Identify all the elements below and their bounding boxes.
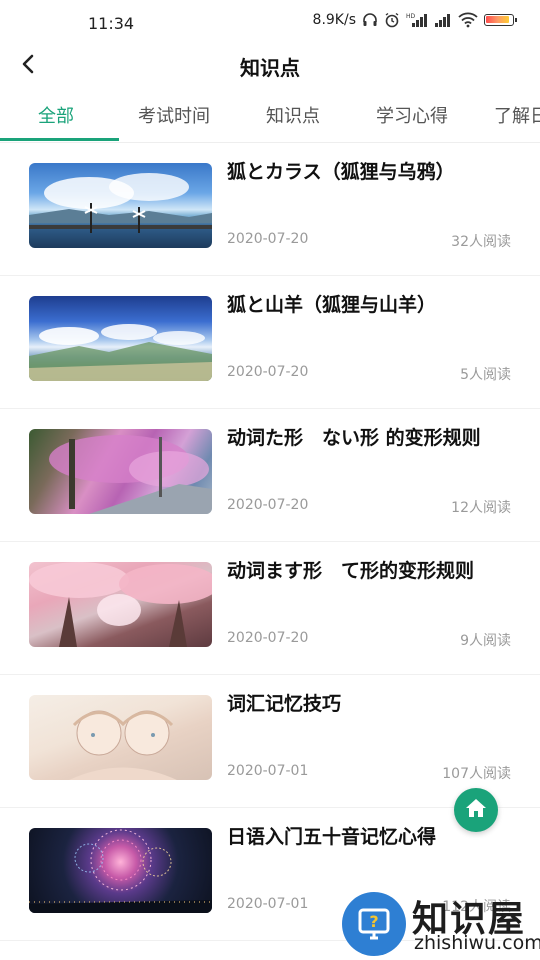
article-date: 2020-07-20 (227, 364, 309, 380)
article-thumbnail (29, 296, 212, 381)
signal-icon (434, 12, 452, 28)
article-date: 2020-07-20 (227, 231, 309, 247)
article-title: 词汇记忆技巧 (227, 693, 342, 715)
article-date: 2020-07-01 (227, 896, 309, 912)
net-speed: 8.9K/s (312, 12, 356, 28)
article-thumbnail (29, 163, 212, 248)
article-read-count: 107人阅读 (442, 766, 511, 782)
article-title: 动词た形 ない形 的变形规则 (227, 427, 481, 449)
article-title: 狐と山羊（狐狸与山羊） (227, 294, 437, 316)
article-item[interactable]: 狐と山羊（狐狸与山羊） 2020-07-20 5人阅读 (0, 276, 540, 409)
svg-text:HD: HD (406, 13, 416, 20)
signal-hd-icon: HD (406, 12, 428, 28)
category-tabs: 全部 考试时间 知识点 学习心得 了解日 (0, 92, 540, 143)
article-thumbnail (29, 429, 212, 514)
tab-study-notes[interactable]: 学习心得 (376, 102, 448, 128)
tab-learn-more[interactable]: 了解日 (494, 102, 540, 128)
article-thumbnail (29, 828, 212, 913)
article-thumbnail (29, 562, 212, 647)
home-icon (465, 798, 487, 822)
app-header: 知识点 (0, 46, 540, 90)
watermark-brand-en: zhishiwu.com (414, 932, 540, 954)
article-date: 2020-07-20 (227, 497, 309, 513)
tab-exam-time[interactable]: 考试时间 (138, 102, 210, 128)
headphone-icon (362, 12, 378, 28)
article-item[interactable]: 动词た形 ない形 的变形规则 2020-07-20 12人阅读 (0, 409, 540, 542)
status-icons: 8.9K/s HD (312, 12, 517, 28)
article-thumbnail (29, 695, 212, 780)
active-tab-indicator (0, 138, 119, 141)
tab-knowledge[interactable]: 知识点 (266, 102, 320, 128)
article-item[interactable]: 动词ます形 て形的变形规则 2020-07-20 9人阅读 (0, 542, 540, 675)
article-read-count: 5人阅读 (460, 367, 511, 383)
site-watermark: ? 知识屋 zhishiwu.com (338, 890, 540, 960)
status-time: 11:34 (88, 14, 135, 33)
tab-all[interactable]: 全部 (38, 102, 74, 128)
article-item[interactable]: 词汇记忆技巧 2020-07-01 107人阅读 (0, 675, 540, 808)
article-title: 狐とカラス（狐狸与乌鸦） (227, 161, 455, 183)
page-title: 知识点 (240, 56, 300, 80)
svg-text:?: ? (369, 912, 378, 931)
article-date: 2020-07-01 (227, 763, 309, 779)
article-read-count: 9人阅读 (460, 633, 511, 649)
article-date: 2020-07-20 (227, 630, 309, 646)
article-read-count: 12人阅读 (451, 500, 511, 516)
watermark-logo-icon: ? (342, 892, 406, 956)
wifi-icon (458, 12, 478, 28)
alarm-icon (384, 12, 400, 28)
article-title: 动词ます形 て形的变形规则 (227, 560, 475, 582)
battery-icon (484, 14, 517, 26)
article-item[interactable]: 狐とカラス（狐狸与乌鸦） 2020-07-20 32人阅读 (0, 143, 540, 276)
home-button[interactable] (454, 788, 498, 832)
article-read-count: 32人阅读 (451, 234, 511, 250)
status-bar: 11:34 8.9K/s HD (0, 0, 540, 46)
